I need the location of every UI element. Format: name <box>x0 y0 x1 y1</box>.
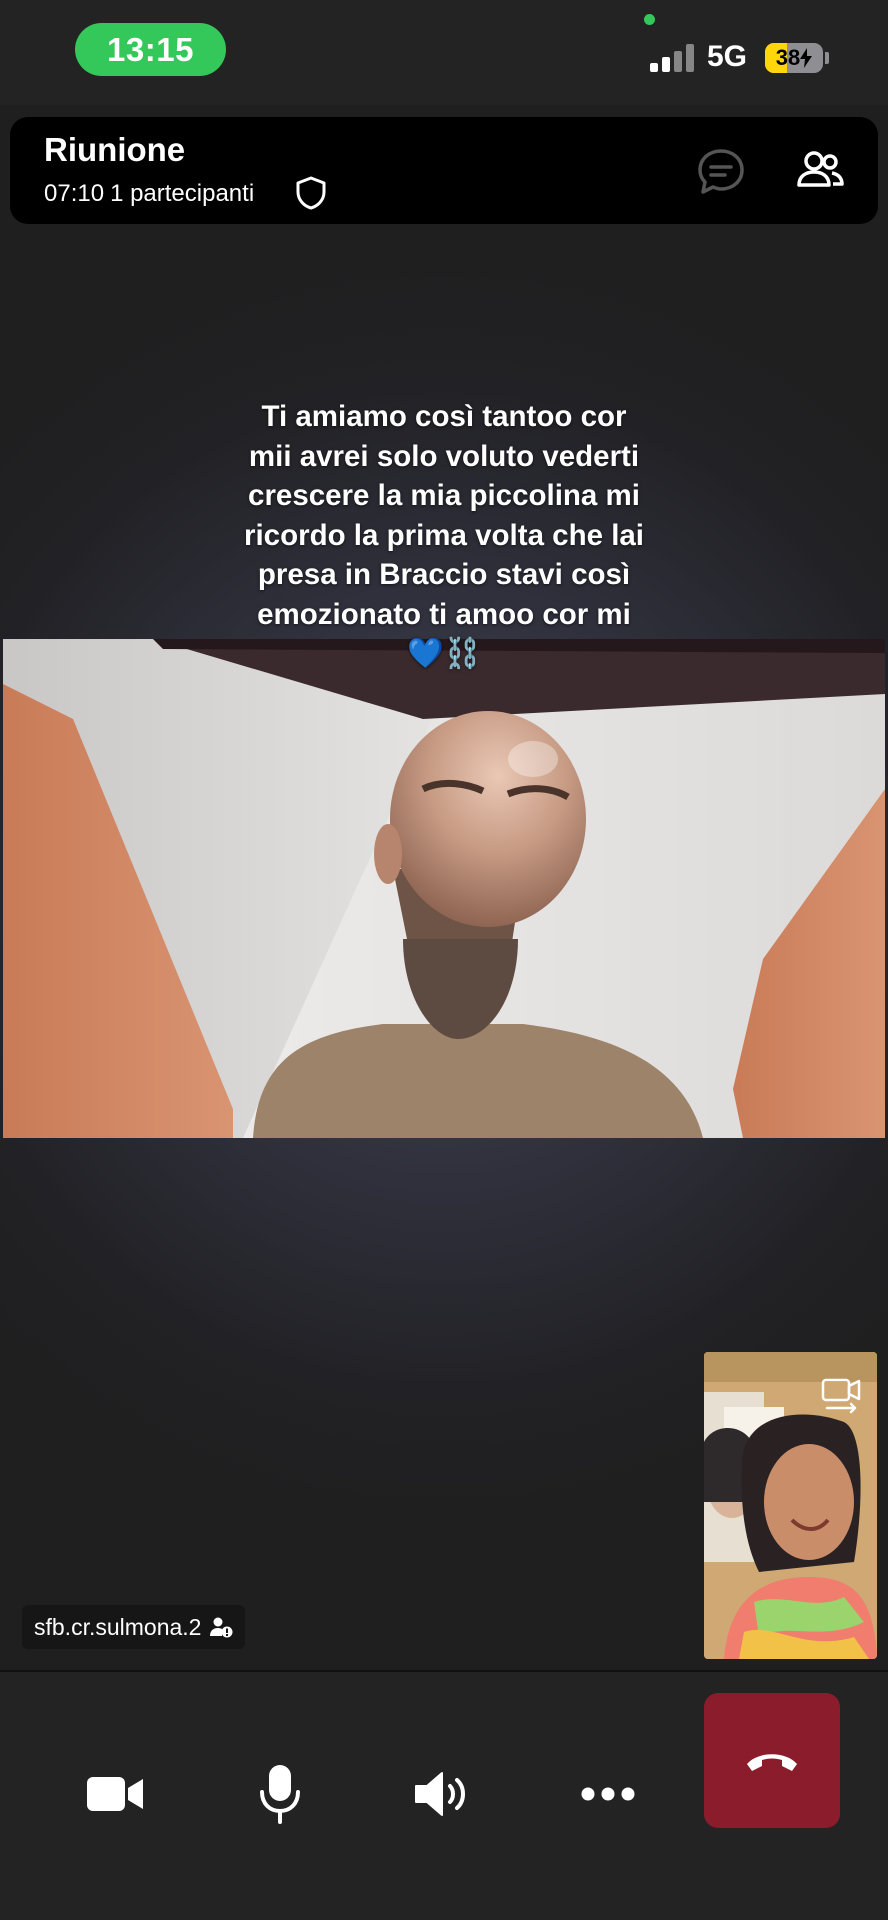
more-icon <box>581 1787 635 1801</box>
anonymous-info-icon <box>210 1617 233 1638</box>
remote-video-frame <box>3 639 885 1138</box>
more-options-button[interactable] <box>553 1739 663 1849</box>
speaker-toggle-button[interactable] <box>389 1739 499 1849</box>
chat-icon <box>698 149 744 194</box>
hang-up-icon <box>747 1753 797 1771</box>
status-bar: 13:15 5G 38 <box>0 0 888 105</box>
participants-button[interactable] <box>793 145 847 199</box>
shield-icon[interactable] <box>294 175 328 211</box>
chat-button[interactable] <box>694 145 748 199</box>
battery-indicator: 38 <box>765 43 823 73</box>
status-time[interactable]: 13:15 <box>75 23 226 76</box>
switch-camera-icon[interactable] <box>819 1374 865 1418</box>
microphone-icon <box>260 1765 300 1824</box>
participant-name-tag: sfb.cr.sulmona.2 <box>22 1605 246 1649</box>
camera-in-use-indicator <box>644 14 655 25</box>
meeting-title: Riunione <box>44 131 186 168</box>
meeting-elapsed-time: 07:10 <box>44 180 105 207</box>
camera-toggle-button[interactable] <box>61 1739 171 1849</box>
charging-bolt-icon <box>800 48 813 68</box>
self-view-video[interactable] <box>704 1352 877 1659</box>
signal-icon <box>650 44 695 72</box>
meeting-header: Riunione 07:10 1 partecipanti <box>10 117 878 224</box>
participant-count: 1 partecipanti <box>110 180 255 207</box>
speaker-icon <box>415 1772 465 1816</box>
participant-name: sfb.cr.sulmona.2 <box>34 1613 202 1640</box>
network-type: 5G <box>707 40 748 73</box>
participants-icon <box>797 151 844 187</box>
end-call-button[interactable] <box>704 1693 840 1828</box>
meeting-subtitle: 07:10 1 partecipanti <box>44 180 254 208</box>
video-camera-icon <box>87 1777 143 1811</box>
call-controls <box>0 1670 888 1920</box>
battery-percent: 38 <box>775 45 801 70</box>
remote-video[interactable] <box>3 639 885 1138</box>
caption-overlay: Ti amiamo così tantoo cor mii avrei solo… <box>243 400 645 670</box>
battery-tip <box>825 52 829 64</box>
microphone-toggle-button[interactable] <box>225 1739 335 1849</box>
